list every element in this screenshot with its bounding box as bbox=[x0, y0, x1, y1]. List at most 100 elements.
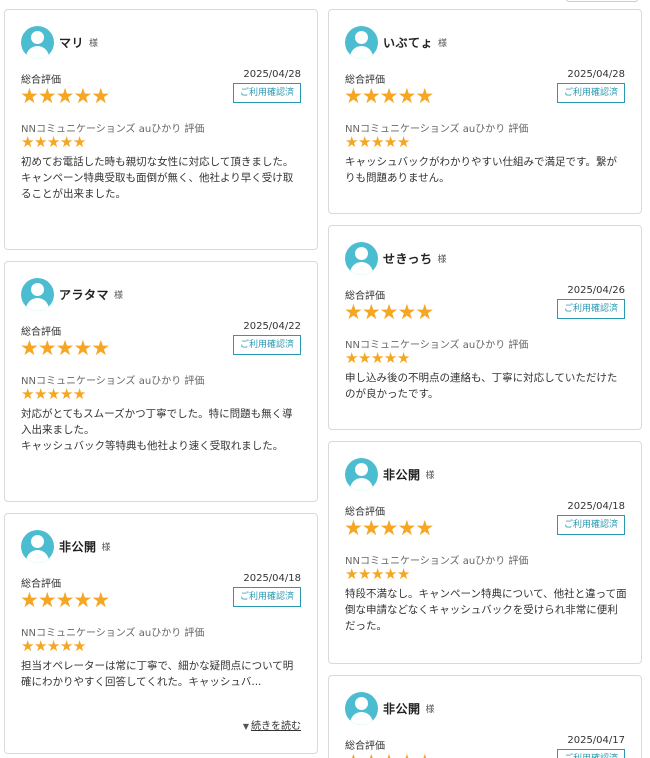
star-icon: ★ bbox=[55, 336, 75, 360]
star-icon: ★ bbox=[20, 588, 39, 612]
star-icon: ★ bbox=[415, 84, 434, 108]
star-icon: ★ bbox=[33, 133, 47, 151]
star-icon: ★ bbox=[344, 750, 363, 758]
review-card: 非公開 様 総合評価 2025/04/18 ご利用確認済 ★★★★★ NNコミュ… bbox=[4, 513, 318, 754]
star-icon: ★ bbox=[383, 133, 397, 151]
honorific: 様 bbox=[89, 38, 99, 49]
star-icon: ★ bbox=[91, 588, 110, 612]
star-icon: ★ bbox=[396, 565, 410, 583]
star-icon: ★ bbox=[73, 336, 92, 360]
review-card: せきっち 様 総合評価 2025/04/26 ご利用確認済 ★★★★★ NNコミ… bbox=[328, 225, 642, 430]
star-icon: ★ bbox=[73, 84, 92, 108]
review-date: 2025/04/18 bbox=[243, 573, 301, 584]
caret-down-icon: ▼ bbox=[242, 722, 249, 731]
star-icon: ★ bbox=[72, 133, 86, 151]
verified-badge: ご利用確認済 bbox=[233, 83, 301, 103]
star-icon: ★ bbox=[396, 349, 410, 367]
star-icon: ★ bbox=[21, 385, 34, 403]
star-icon: ★ bbox=[72, 385, 86, 403]
star-icon: ★ bbox=[370, 565, 384, 583]
review-text: 初めてお電話した時も親切な女性に対応して頂きました。 キャンペーン特典受取も面倒… bbox=[21, 156, 294, 200]
review-text: 対応がとてもスムーズかつ丁寧でした。特に問題も無く導入出来ました。 キャッシュバ… bbox=[21, 408, 293, 452]
review-card: アラタマ 様 総合評価 2025/04/22 ご利用確認済 ★★★★★ NNコミ… bbox=[4, 261, 318, 502]
star-icon: ★ bbox=[72, 637, 86, 655]
star-icon: ★ bbox=[345, 133, 358, 151]
star-icon: ★ bbox=[415, 300, 434, 324]
service-star-rating: ★★★★★ bbox=[21, 386, 86, 402]
star-icon: ★ bbox=[380, 750, 399, 758]
review-text: キャッシュバックがわかりやすい仕組みで満足です。繋がりも問題ありません。 bbox=[345, 156, 617, 184]
star-icon: ★ bbox=[415, 750, 434, 758]
reviewer-header: 非公開 様 bbox=[345, 457, 435, 491]
verified-badge: ご利用確認済 bbox=[233, 587, 301, 607]
star-icon: ★ bbox=[361, 516, 381, 540]
review-card: いぶてょ 様 総合評価 2025/04/28 ご利用確認済 ★★★★★ NNコミ… bbox=[328, 9, 642, 214]
star-icon: ★ bbox=[397, 750, 416, 758]
verified-badge: ご利用確認済 bbox=[233, 335, 301, 355]
overall-star-rating: ★★★★★ bbox=[344, 750, 434, 758]
star-icon: ★ bbox=[357, 133, 371, 151]
reviewer-name: 非公開 bbox=[383, 701, 421, 716]
reviewer-name: 非公開 bbox=[59, 539, 97, 554]
star-icon: ★ bbox=[345, 565, 358, 583]
star-icon: ★ bbox=[46, 637, 60, 655]
star-icon: ★ bbox=[59, 133, 73, 151]
star-icon: ★ bbox=[55, 84, 75, 108]
reviewer-name: 非公開 bbox=[383, 467, 421, 482]
service-star-rating: ★★★★★ bbox=[21, 134, 86, 150]
star-icon: ★ bbox=[46, 385, 60, 403]
verified-badge: ご利用確認済 bbox=[557, 749, 625, 758]
star-icon: ★ bbox=[396, 133, 410, 151]
overall-star-rating: ★★★★★ bbox=[344, 300, 434, 324]
star-icon: ★ bbox=[361, 84, 381, 108]
star-icon: ★ bbox=[383, 565, 397, 583]
star-icon: ★ bbox=[20, 84, 39, 108]
star-icon: ★ bbox=[55, 588, 75, 612]
review-card: マリ 様 総合評価 2025/04/28 ご利用確認済 ★★★★★ NNコミュニ… bbox=[4, 9, 318, 250]
user-avatar-icon bbox=[345, 691, 378, 725]
review-text: 特段不満なし。キャンペーン特典について、他社と違って面倒な申請などなくキャッシュ… bbox=[345, 588, 627, 632]
review-date: 2025/04/22 bbox=[243, 321, 301, 332]
star-icon: ★ bbox=[362, 750, 381, 758]
reviewer-name: せきっち bbox=[383, 251, 433, 266]
service-star-rating: ★★★★★ bbox=[21, 638, 86, 654]
service-star-rating: ★★★★★ bbox=[345, 566, 410, 582]
honorific: 様 bbox=[425, 704, 435, 715]
review-text: 申し込み後の不明点の連絡も、丁寧に対応していただけたのが良かったです。 bbox=[345, 372, 618, 400]
star-icon: ★ bbox=[344, 516, 363, 540]
star-icon: ★ bbox=[397, 84, 416, 108]
star-icon: ★ bbox=[46, 133, 60, 151]
reviewer-name: アラタマ bbox=[59, 287, 110, 302]
review-date: 2025/04/26 bbox=[567, 285, 625, 296]
user-avatar-icon bbox=[345, 241, 378, 275]
star-icon: ★ bbox=[21, 133, 34, 151]
service-star-rating: ★★★★★ bbox=[345, 134, 410, 150]
star-icon: ★ bbox=[91, 84, 110, 108]
review-card: 非公開 様 総合評価 2025/04/17 ご利用確認済 ★★★★★ bbox=[328, 675, 642, 758]
star-icon: ★ bbox=[379, 84, 399, 108]
star-icon: ★ bbox=[357, 565, 371, 583]
review-date: 2025/04/17 bbox=[567, 735, 625, 746]
service-star-rating: ★★★★★ bbox=[345, 350, 410, 366]
read-more-link[interactable]: ▼ 続きを読む bbox=[243, 717, 301, 732]
star-icon: ★ bbox=[59, 637, 73, 655]
overall-star-rating: ★★★★★ bbox=[20, 588, 110, 612]
star-icon: ★ bbox=[344, 300, 363, 324]
overall-star-rating: ★★★★★ bbox=[344, 516, 434, 540]
reviewer-header: 非公開 様 bbox=[345, 691, 435, 725]
overall-star-rating: ★★★★★ bbox=[20, 84, 110, 108]
user-avatar-icon bbox=[21, 529, 54, 563]
star-icon: ★ bbox=[370, 133, 384, 151]
star-icon: ★ bbox=[37, 84, 57, 108]
verified-badge: ご利用確認済 bbox=[557, 515, 625, 535]
review-date: 2025/04/28 bbox=[567, 69, 625, 80]
honorific: 様 bbox=[438, 38, 448, 49]
star-icon: ★ bbox=[33, 637, 47, 655]
star-icon: ★ bbox=[37, 336, 57, 360]
reviewer-header: マリ 様 bbox=[21, 25, 98, 59]
review-date: 2025/04/28 bbox=[243, 69, 301, 80]
star-icon: ★ bbox=[37, 588, 57, 612]
review-date: 2025/04/18 bbox=[567, 501, 625, 512]
star-icon: ★ bbox=[59, 385, 73, 403]
star-icon: ★ bbox=[379, 300, 399, 324]
